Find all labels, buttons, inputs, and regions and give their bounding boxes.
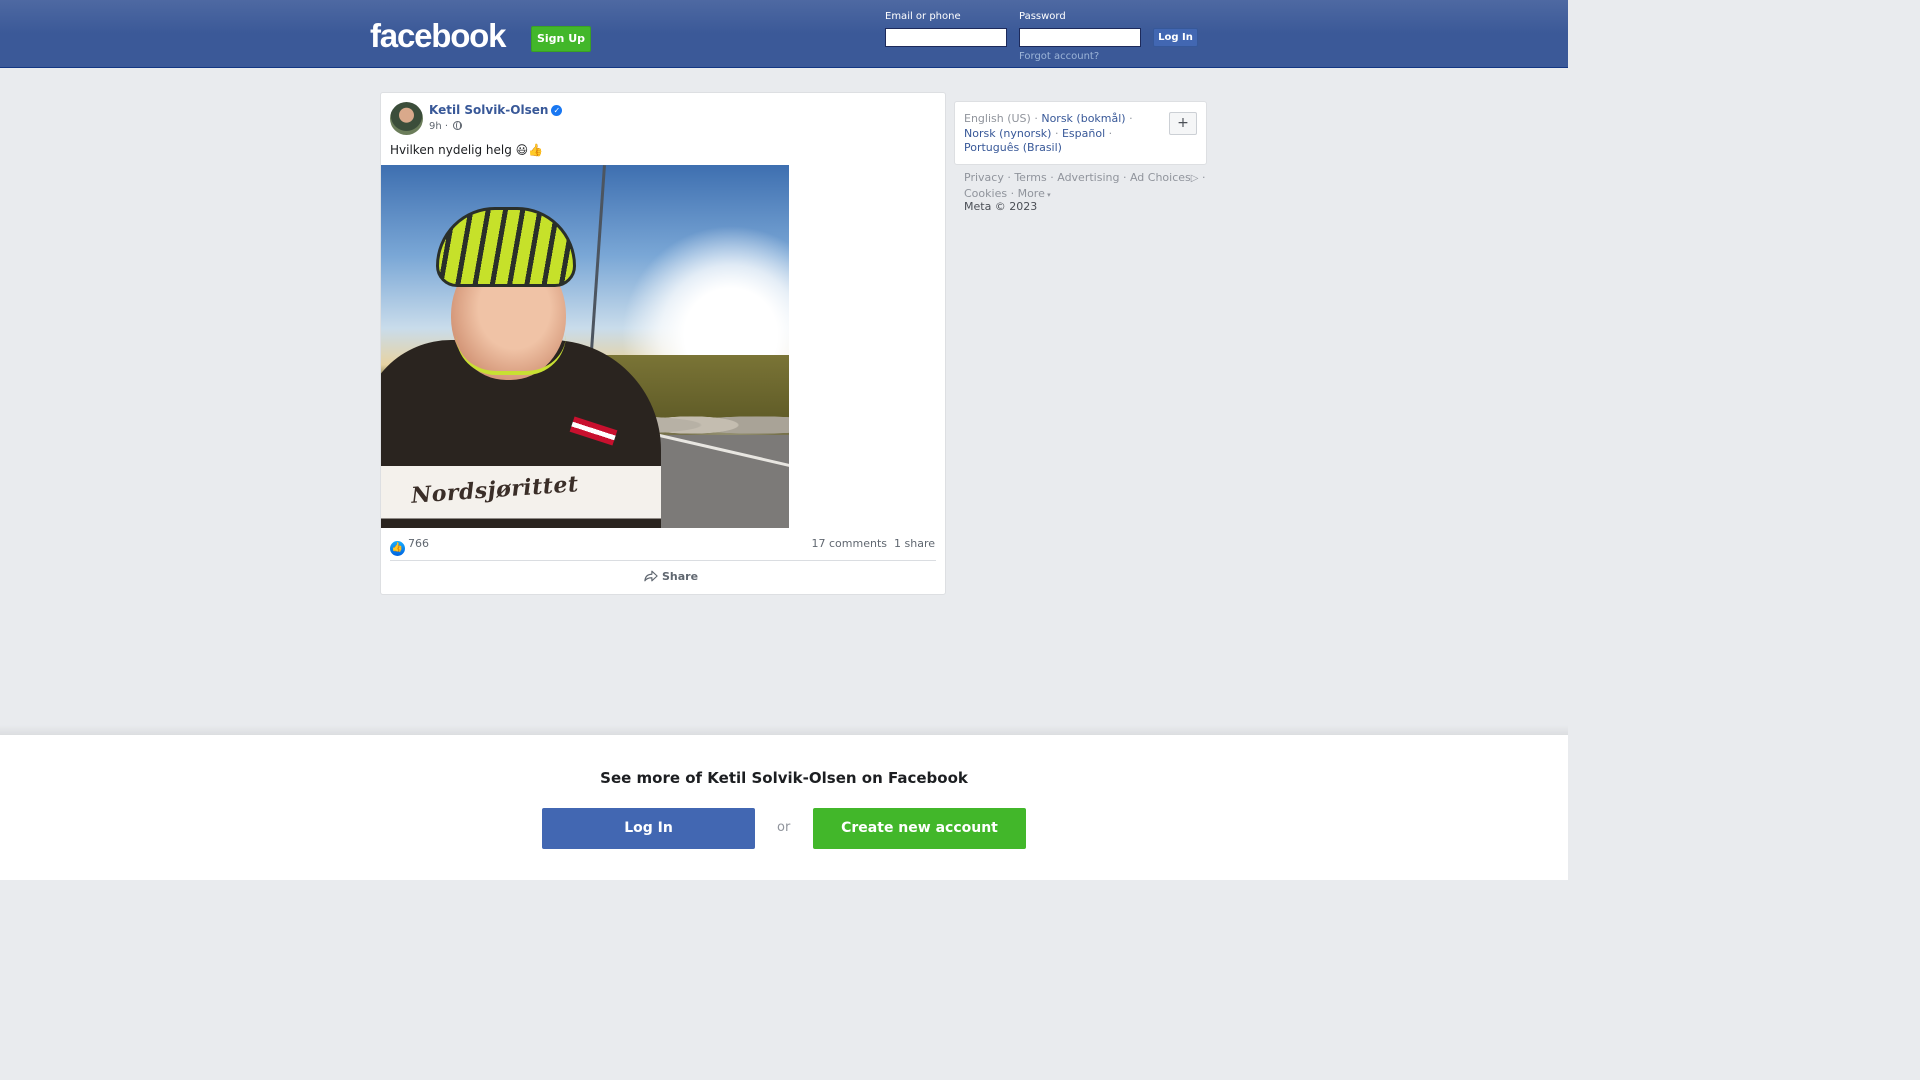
- post-photo[interactable]: Nordsjørittet: [381, 165, 789, 528]
- more-languages-button[interactable]: +: [1169, 112, 1197, 135]
- language-option-portugues[interactable]: Português (Brasil): [964, 141, 1062, 154]
- language-option-norsk-bokmal[interactable]: Norsk (bokmål): [1041, 112, 1125, 125]
- footer-link-ad-choices[interactable]: Ad Choices▷: [1130, 171, 1199, 184]
- sign-up-button[interactable]: Sign Up: [531, 26, 591, 52]
- post-time[interactable]: 9h: [429, 121, 442, 132]
- meta-separator: ·: [444, 121, 449, 132]
- reaction-summary[interactable]: 👍 766: [390, 537, 429, 556]
- verified-badge-icon: ✓: [551, 105, 563, 116]
- language-option-espanol[interactable]: Español: [1062, 127, 1105, 140]
- author-avatar[interactable]: [390, 102, 423, 135]
- ad-choices-label: Ad Choices: [1129, 171, 1191, 184]
- forgot-account-link[interactable]: Forgot account?: [1019, 51, 1099, 62]
- banner-or-text: or: [777, 820, 791, 835]
- facebook-logo[interactable]: facebook: [370, 17, 506, 55]
- photo-pole: [589, 165, 606, 365]
- post-author[interactable]: Ketil Solvik-Olsen ✓: [429, 103, 563, 117]
- like-icon: 👍: [390, 541, 405, 556]
- footer-link-cookies[interactable]: Cookies: [964, 187, 1007, 200]
- post-meta: 9h ·: [429, 121, 463, 132]
- language-current: English (US): [964, 112, 1031, 125]
- email-field[interactable]: [885, 28, 1007, 47]
- banner-title: See more of Ketil Solvik-Olsen on Facebo…: [600, 769, 968, 787]
- reaction-count: 766: [408, 537, 429, 550]
- shares-count[interactable]: 1 share: [894, 537, 935, 550]
- footer-links: Privacy · Terms · Advertising · Ad Choic…: [964, 171, 1206, 200]
- email-label: Email or phone: [885, 11, 961, 22]
- password-field[interactable]: [1019, 28, 1141, 47]
- more-label: More: [1017, 186, 1045, 200]
- post-card: Ketil Solvik-Olsen ✓ 9h · Hvilken nydelig…: [380, 92, 946, 595]
- header-login-button[interactable]: Log In: [1153, 28, 1198, 47]
- engagement-counts: 17 comments 1 share: [812, 537, 936, 550]
- footer-link-advertising[interactable]: Advertising: [1057, 171, 1119, 184]
- post-author-name[interactable]: Ketil Solvik-Olsen: [429, 103, 548, 117]
- post-text: Hvilken nydelig helg 😃👍: [390, 143, 544, 157]
- comments-count[interactable]: 17 comments: [812, 537, 888, 550]
- banner-shadow: [0, 725, 1568, 735]
- language-selector: English (US) · Norsk (bokmål) · Norsk (n…: [954, 101, 1207, 165]
- photo-helmet: [436, 207, 576, 287]
- share-button[interactable]: Share: [644, 570, 698, 583]
- login-prompt-banner: See more of Ketil Solvik-Olsen on Facebo…: [0, 735, 1568, 880]
- password-label: Password: [1019, 11, 1066, 22]
- share-icon: [644, 570, 658, 582]
- footer-link-more[interactable]: More ▾: [1018, 187, 1051, 200]
- create-account-button[interactable]: Create new account: [813, 808, 1026, 849]
- banner-login-button[interactable]: Log In: [542, 808, 755, 849]
- top-navigation-bar: facebook Sign Up Email or phone Password…: [0, 0, 1568, 68]
- copyright: Meta © 2023: [964, 200, 1038, 213]
- ad-choices-icon: ▷: [1190, 173, 1199, 184]
- globe-icon: [453, 121, 463, 130]
- footer-link-terms[interactable]: Terms: [1014, 171, 1046, 184]
- actions-divider: [390, 560, 936, 561]
- language-option-norsk-nynorsk[interactable]: Norsk (nynorsk): [964, 127, 1051, 140]
- share-label: Share: [662, 570, 699, 583]
- caret-down-icon: ▾: [1044, 190, 1051, 199]
- footer-link-privacy[interactable]: Privacy: [964, 171, 1004, 184]
- language-list: English (US) · Norsk (bokmål) · Norsk (n…: [964, 112, 1133, 154]
